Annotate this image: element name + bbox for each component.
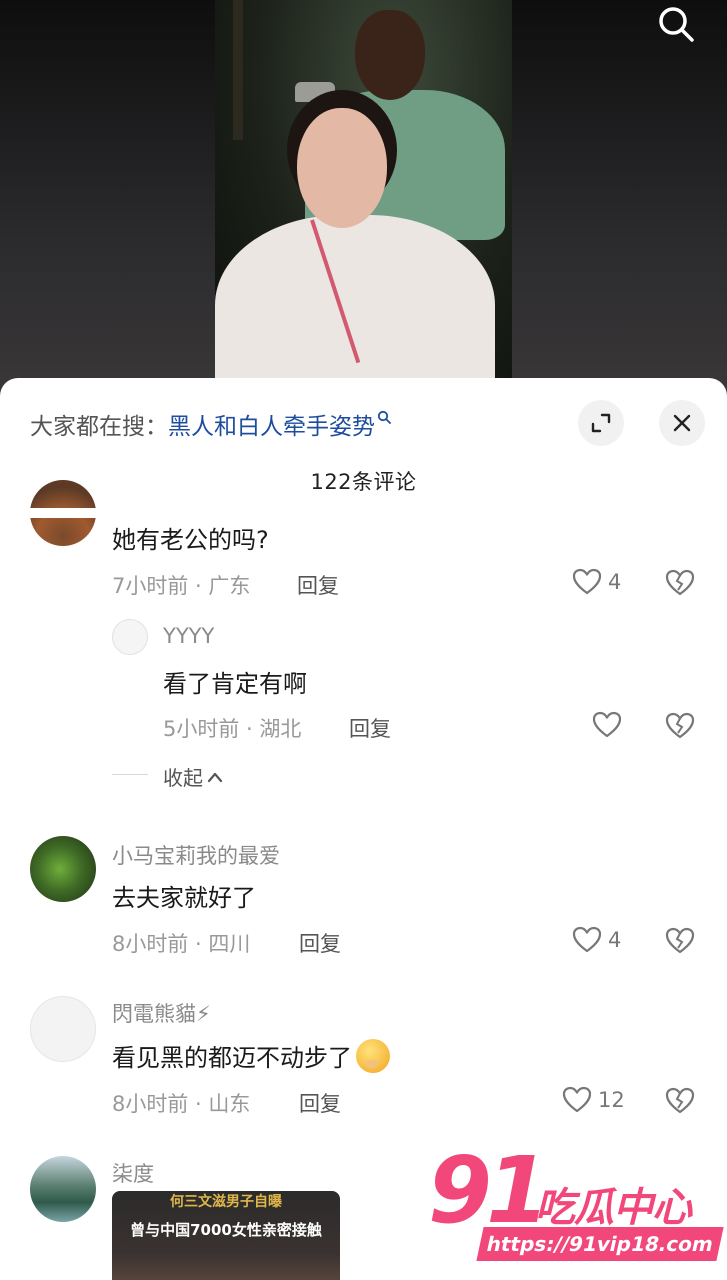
reply-avatar[interactable] [112, 619, 148, 655]
commenter-avatar[interactable] [30, 996, 96, 1062]
tree-trunk [233, 0, 243, 140]
comment-meta: 8小时前 · 山东 [112, 1092, 251, 1116]
reply-button[interactable]: 回复 [299, 1088, 341, 1118]
comment-text: 去夫家就好了 [112, 884, 256, 912]
like-button[interactable]: 4 [572, 568, 621, 596]
scroll-mask [0, 508, 727, 518]
woman-figure [215, 215, 495, 390]
dislike-button[interactable] [665, 1086, 695, 1116]
image-caption-main: 曾与中国7000女性亲密接触 [130, 1221, 322, 1239]
reply-button[interactable]: 回复 [299, 928, 341, 958]
like-count: 4 [608, 928, 622, 952]
heart-icon [592, 711, 622, 738]
search-suggestion-term[interactable]: 黑人和白人牵手姿势 [168, 407, 375, 441]
commenter-avatar[interactable] [30, 1156, 96, 1222]
search-icon [659, 7, 694, 42]
broken-heart-icon [665, 712, 695, 739]
broken-heart-icon [665, 1087, 695, 1114]
collapse-divider [112, 774, 148, 775]
man-head [355, 10, 425, 100]
woman-head [297, 108, 387, 228]
commenter-avatar[interactable] [30, 836, 96, 902]
watermark-number: 91 [428, 1137, 550, 1244]
video-player[interactable] [215, 0, 512, 390]
comment-count: 122条评论 [310, 470, 417, 494]
expand-button[interactable] [578, 400, 624, 446]
broken-heart-icon [665, 569, 695, 596]
chevron-up-icon [207, 772, 223, 782]
comment-meta: 8小时前 · 四川 [112, 932, 251, 956]
search-suggestion-prefix: 大家都在搜： [30, 414, 168, 440]
reply-meta: 5小时前 · 湖北 [163, 717, 302, 741]
dislike-button[interactable] [665, 568, 695, 598]
watermark-text: 吃瓜中心 [535, 1185, 692, 1231]
dislike-button[interactable] [665, 926, 695, 956]
shush-emoji-icon [356, 1038, 390, 1073]
reply-text: 看了肯定有啊 [163, 670, 307, 698]
like-count: 12 [598, 1088, 625, 1112]
reply-button[interactable]: 回复 [297, 570, 339, 600]
comment-username[interactable]: 閃電熊貓⚡ [112, 998, 211, 1028]
site-watermark: 91 吃瓜中心 https://91vip18.com [420, 1137, 724, 1275]
comment-username[interactable]: 小马宝莉我的最爱 [112, 840, 280, 870]
heart-icon [562, 1086, 592, 1113]
comment-text-body: 看见黑的都迈不动步了 [112, 1044, 352, 1072]
reply-button[interactable]: 回复 [349, 713, 391, 743]
image-caption-top: 何三文滋男子自曝 [170, 1194, 282, 1210]
comment-meta: 7小时前 · 广东 [112, 574, 251, 598]
comment-text: 看见黑的都迈不动步了 [112, 1038, 390, 1073]
watermark-url: https://91vip18.com [476, 1227, 724, 1261]
dislike-button[interactable] [665, 711, 695, 741]
reply-username[interactable]: YYYY [163, 624, 214, 648]
small-search-icon [377, 410, 391, 428]
like-count: 4 [608, 570, 622, 594]
collapse-replies-button[interactable]: 收起 [163, 762, 223, 791]
close-button[interactable] [659, 400, 705, 446]
like-button[interactable] [592, 711, 622, 739]
expand-icon [591, 413, 611, 433]
heart-icon [572, 926, 602, 953]
comment-username[interactable]: 柒度 [112, 1158, 154, 1188]
heart-icon [572, 568, 602, 595]
comment-image[interactable]: 何三文滋男子自曝 曾与中国7000女性亲密接触 [112, 1191, 340, 1280]
comment-text: 她有老公的吗? [112, 526, 269, 554]
search-button[interactable] [652, 0, 700, 48]
like-button[interactable]: 12 [562, 1086, 625, 1114]
close-icon [673, 414, 691, 432]
collapse-label: 收起 [163, 766, 203, 790]
broken-heart-icon [665, 927, 695, 954]
like-button[interactable]: 4 [572, 926, 621, 954]
search-suggestion[interactable]: 大家都在搜： 黑人和白人牵手姿势 [30, 406, 391, 442]
